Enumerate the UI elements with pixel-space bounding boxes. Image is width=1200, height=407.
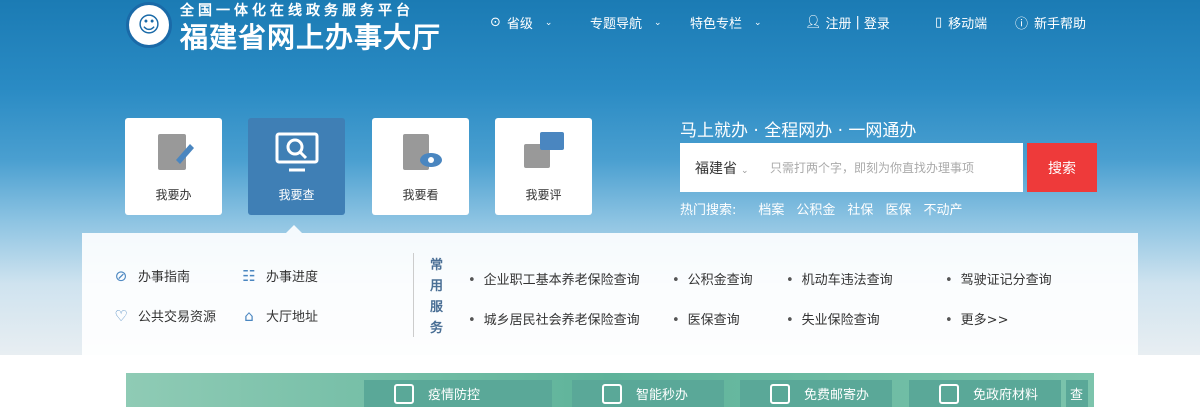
tile-view[interactable]: 我要看 xyxy=(372,118,469,215)
feature-epidemic[interactable]: 疫情防控 xyxy=(364,380,552,407)
feature-label: 免政府材料 xyxy=(973,388,1039,403)
chevron-down-icon: ⌄ xyxy=(754,17,762,28)
service-link[interactable]: 更多>> xyxy=(945,309,1009,328)
handshake-heart-icon: ♡ xyxy=(114,306,128,325)
chevron-down-icon: ⌄ xyxy=(741,165,749,176)
mobile-link[interactable]: ▯ 移动端 xyxy=(935,13,987,32)
search-box: 福建省 ⌄ 只需打两个字，即刻为你直找办理事项 xyxy=(680,143,1023,192)
hot-searches: 热门搜索: 档案 公积金 社保 医保 不动产 xyxy=(680,199,962,218)
quick-progress[interactable]: ☷ 办事进度 xyxy=(240,266,319,286)
user-links: 👤︎ 注册 | 登录 xyxy=(805,13,890,32)
quick-guide[interactable]: ⊘ 办事指南 xyxy=(112,266,191,286)
chevron-down-icon: ⌄ xyxy=(654,17,662,28)
search-input[interactable]: 只需打两个字，即刻为你直找办理事项 xyxy=(770,159,974,176)
service-link[interactable]: 公积金查询 xyxy=(672,269,753,288)
help-label: 新手帮助 xyxy=(1034,17,1087,32)
progress-doc-icon: ☷ xyxy=(242,266,256,285)
services-panel xyxy=(82,233,1138,355)
quick-label: 办事指南 xyxy=(138,270,191,285)
edit-doc-icon xyxy=(152,130,196,174)
service-link[interactable]: 失业保险查询 xyxy=(786,309,880,328)
feature-nodoc[interactable]: 免政府材料 xyxy=(909,380,1061,407)
mobile-label: 移动端 xyxy=(948,17,988,32)
quick-trade[interactable]: ♡ 公共交易资源 xyxy=(112,306,217,326)
nav-province[interactable]: ⊙ 省级 ⌄ xyxy=(490,13,552,32)
province-select[interactable]: 福建省 ⌄ xyxy=(695,158,770,178)
feature-instant[interactable]: 智能秒办 xyxy=(572,380,724,407)
tile-label: 我要办 xyxy=(155,188,192,202)
feature-label: 疫情防控 xyxy=(428,388,481,403)
hot-link[interactable]: 档案 xyxy=(758,199,784,218)
slogan: 马上就办 · 全程网办 · 一网通办 xyxy=(680,121,917,141)
nav-label: 特色专栏 xyxy=(690,17,743,32)
search-button[interactable]: 搜索 xyxy=(1027,143,1097,192)
separator: | xyxy=(855,15,860,30)
home-icon: ⌂ xyxy=(244,306,254,325)
help-link[interactable]: ⓘ 新手帮助 xyxy=(1015,13,1086,32)
service-link[interactable]: 机动车违法查询 xyxy=(786,269,893,288)
lightning-icon xyxy=(602,383,622,404)
province-value: 福建省 xyxy=(695,160,737,177)
envelope-icon xyxy=(770,383,790,404)
hot-link[interactable]: 医保 xyxy=(885,199,911,218)
register-link[interactable]: 注册 xyxy=(826,13,852,32)
divider xyxy=(413,253,414,337)
doc-eye-icon xyxy=(399,130,443,174)
help-icon: ⓘ xyxy=(1015,17,1029,32)
shield-plus-icon xyxy=(394,383,414,404)
people-icon xyxy=(939,383,959,404)
login-link[interactable]: 登录 xyxy=(864,13,890,32)
feature-label: 查 xyxy=(1070,388,1084,403)
hot-label: 热门搜索: xyxy=(680,203,737,218)
hot-link[interactable]: 不动产 xyxy=(923,199,962,218)
tile-label: 我要评 xyxy=(525,188,562,202)
site-title: 福建省网上办事大厅 xyxy=(180,21,442,54)
service-link[interactable]: 企业职工基本养老保险查询 xyxy=(468,269,640,288)
tablet-icon: ▯ xyxy=(935,15,943,30)
feature-label: 免费邮寄办 xyxy=(804,388,870,403)
feature-mail[interactable]: 免费邮寄办 xyxy=(740,380,892,407)
active-pointer xyxy=(286,225,302,233)
tile-query[interactable]: 我要查 xyxy=(248,118,345,215)
quick-address[interactable]: ⌂ 大厅地址 xyxy=(240,306,319,326)
tile-review[interactable]: 我要评 xyxy=(495,118,592,215)
user-icon: 👤︎ xyxy=(805,15,822,30)
tile-label: 我要看 xyxy=(402,188,439,202)
monitor-search-icon xyxy=(275,130,319,174)
hot-link[interactable]: 公积金 xyxy=(796,199,835,218)
service-link[interactable]: 城乡居民社会养老保险查询 xyxy=(468,309,640,328)
tile-handle[interactable]: 我要办 xyxy=(125,118,222,215)
hot-link[interactable]: 社保 xyxy=(847,199,873,218)
service-link[interactable]: 医保查询 xyxy=(672,309,740,328)
common-services-title: 常用服务 xyxy=(430,258,444,336)
compass-icon: ⊘ xyxy=(114,266,128,285)
chevron-down-icon: ⌄ xyxy=(544,17,553,28)
nav-topics[interactable]: 专题导航 ⌄ xyxy=(590,13,662,32)
logo[interactable]: ☺ xyxy=(126,2,172,48)
comment-icon xyxy=(522,130,566,174)
tile-label: 我要查 xyxy=(278,188,315,202)
service-link[interactable]: 驾驶证记分查询 xyxy=(945,269,1052,288)
quick-label: 大厅地址 xyxy=(266,310,319,325)
feature-label: 智能秒办 xyxy=(636,388,689,403)
nav-features[interactable]: 特色专栏 ⌄ xyxy=(690,13,762,32)
quick-label: 办事进度 xyxy=(266,270,319,285)
nav-label: 省级 xyxy=(506,17,533,32)
nav-label: 专题导航 xyxy=(590,17,643,32)
location-icon: ⊙ xyxy=(490,15,501,30)
quick-label: 公共交易资源 xyxy=(138,310,217,325)
feature-more[interactable]: 查 xyxy=(1066,380,1088,407)
